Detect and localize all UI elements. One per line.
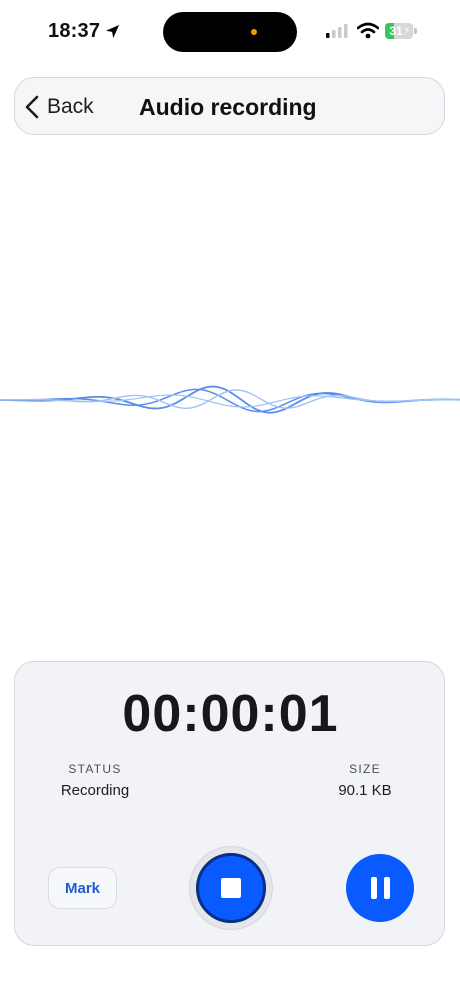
status-stat: STATUS Recording	[45, 762, 145, 799]
pause-button[interactable]	[346, 854, 414, 922]
stop-button[interactable]	[196, 853, 266, 923]
status-label: STATUS	[68, 762, 122, 776]
location-arrow-icon	[106, 24, 120, 39]
size-value: 90.1 KB	[338, 782, 392, 799]
back-label: Back	[47, 95, 94, 118]
size-stat: SIZE 90.1 KB	[315, 762, 415, 799]
status-bar: 18:37 31 ⚡︎	[0, 0, 460, 62]
pause-icon-bar	[383, 877, 390, 899]
status-value: Recording	[60, 782, 130, 799]
chevron-left-icon	[25, 95, 39, 119]
battery-body: 31 ⚡︎	[385, 23, 413, 39]
wifi-icon	[357, 22, 379, 39]
back-button[interactable]: Back	[25, 78, 94, 136]
battery-icon: 31 ⚡︎	[385, 23, 418, 39]
recorder-panel: 00:00:01 STATUS Recording SIZE 90.1 KB M…	[14, 661, 445, 946]
privacy-indicator-dot	[251, 29, 257, 35]
size-label: SIZE	[349, 762, 381, 776]
recording-timer: 00:00:01	[122, 685, 339, 743]
navigation-bar: Back Audio recording	[14, 77, 445, 135]
audio-waveform	[0, 385, 460, 414]
mark-button[interactable]: Mark	[48, 867, 117, 909]
status-time-group: 18:37	[48, 20, 120, 43]
dynamic-island	[163, 12, 297, 52]
page-title: Audio recording	[139, 94, 317, 120]
charging-bolt-icon: ⚡︎	[403, 25, 411, 37]
pause-icon	[370, 877, 377, 899]
cellular-signal-icon	[326, 24, 348, 38]
status-time: 18:37	[48, 20, 101, 42]
battery-cap	[414, 28, 417, 34]
stop-icon	[221, 878, 241, 898]
